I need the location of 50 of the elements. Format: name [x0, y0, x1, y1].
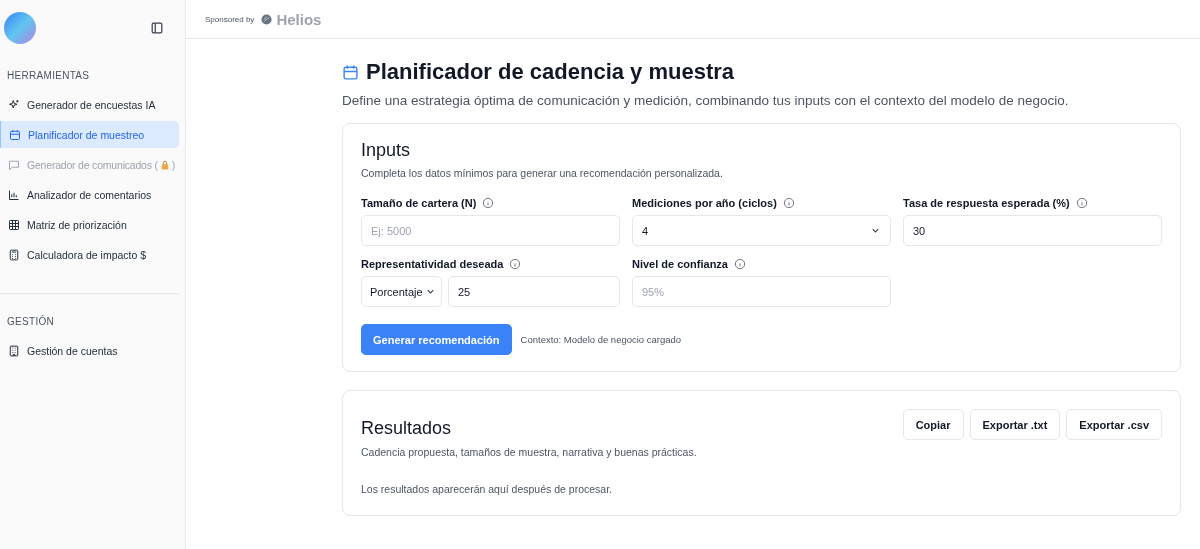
card-title: Inputs — [361, 140, 412, 161]
select-field[interactable]: 4 — [632, 215, 891, 246]
field-label: Representatividad deseada — [361, 258, 504, 270]
page-title: Planificador de cadencia y muestra — [366, 59, 735, 85]
calendar-icon — [342, 63, 359, 81]
info-icon[interactable] — [1075, 197, 1088, 209]
bar-chart-icon — [8, 188, 20, 201]
grid-icon — [8, 218, 20, 231]
avatar[interactable] — [4, 12, 36, 44]
input-field[interactable]: 25 — [448, 276, 620, 307]
section-heading: GESTIÓN — [6, 316, 56, 327]
field-label: Tamaño de cartera (N) — [361, 197, 477, 209]
chat-icon — [8, 158, 20, 171]
building-icon — [8, 344, 20, 357]
sidebar-item[interactable]: Gestión de cuentas — [0, 337, 179, 364]
sponsor-label: Sponsored by — [205, 14, 255, 24]
card-title: Resultados — [361, 418, 452, 439]
empty-message: Los resultados aparecerán aquí después de procesar. — [361, 483, 613, 495]
generate-button[interactable]: Generar recomendación — [361, 324, 512, 355]
sidebar-item[interactable]: Calculadora de impacto $ — [0, 241, 179, 268]
action-button[interactable]: Exportar .csv — [1066, 409, 1162, 440]
info-icon[interactable] — [782, 197, 795, 209]
info-icon[interactable] — [482, 197, 495, 209]
sidebar-item[interactable]: Generador de encuestas IA — [0, 91, 179, 118]
section-heading: HERRAMIENTAS — [6, 70, 91, 81]
sidebar-toggle-icon[interactable] — [150, 21, 164, 35]
action-button[interactable]: Copiar — [902, 409, 964, 440]
context-note: Contexto: Modelo de negocio cargado — [520, 334, 682, 345]
lock-icon — [159, 159, 170, 170]
input-field[interactable]: 30 — [903, 215, 1162, 246]
info-icon[interactable] — [734, 258, 746, 270]
card-subtitle: Cadencia propuesta, tamaños de muestra, narrativa y buenas prácticas. — [361, 446, 698, 458]
sidebar-item[interactable]: Planificador de muestreo — [0, 121, 179, 148]
sponsor-name: Helios — [276, 10, 322, 28]
sidebar-item[interactable]: Analizador de comentarios — [0, 181, 179, 208]
info-icon[interactable] — [509, 258, 522, 270]
sparkles-icon — [8, 98, 20, 111]
sidebar-item[interactable]: Matriz de priorización — [0, 211, 179, 238]
sponsor-logo-icon — [261, 13, 273, 25]
input-field[interactable]: 95% — [632, 276, 891, 307]
input-field[interactable]: Ej: 5000 — [361, 215, 620, 246]
field-label: Nivel de confianza — [632, 258, 728, 270]
card-subtitle: Completa los datos mínimos para generar una recomendación personalizada. — [361, 167, 724, 179]
field-label: Mediciones por año (ciclos) — [632, 197, 777, 209]
calculator-icon — [8, 248, 20, 261]
action-button[interactable]: Exportar .txt — [969, 409, 1061, 440]
field-label: Tasa de respuesta esperada (%) — [903, 197, 1070, 209]
unit-select[interactable]: Porcentaje — [361, 276, 442, 307]
calendar-icon — [9, 128, 21, 141]
page-subtitle: Define una estrategia óptima de comunicación y medición, combinando tus inputs con el contexto del modelo de negocio. — [342, 93, 1070, 108]
